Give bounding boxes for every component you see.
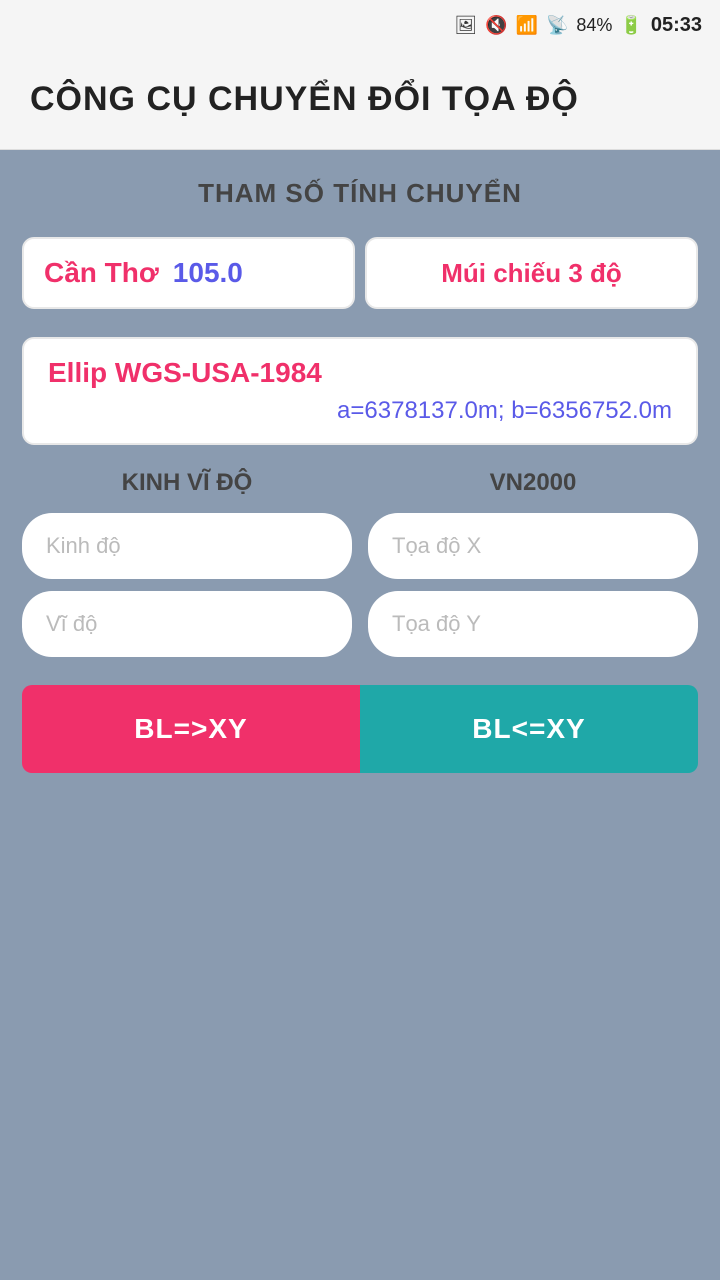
battery-percent: 84% [576, 15, 612, 36]
right-col-label: VN2000 [368, 469, 698, 497]
xy-to-bl-button[interactable]: BL<=XY [360, 685, 698, 773]
bottom-fill [22, 791, 698, 1250]
bl-to-xy-button[interactable]: BL=>XY [22, 685, 360, 773]
cantho-value: 105.0 [173, 257, 243, 289]
vi-do-input[interactable] [22, 591, 352, 657]
button-row: BL=>XY BL<=XY [22, 685, 698, 773]
input-section: KINH VĨ ĐỘ VN2000 [22, 469, 698, 657]
kinh-do-input[interactable] [22, 513, 352, 579]
moi-cell[interactable]: Múi chiếu 3 độ [365, 237, 698, 309]
param-row1: Cần Thơ 105.0 Múi chiếu 3 độ [22, 237, 698, 309]
section-label: THAM SỐ TÍNH CHUYỂN [22, 178, 698, 209]
ellip-cell[interactable]: Ellip WGS-USA-1984 a=6378137.0m; b=63567… [22, 337, 698, 445]
right-input-col: VN2000 [368, 469, 698, 657]
wifi-icon: 📶 [516, 15, 538, 36]
ellip-params: a=6378137.0m; b=6356752.0m [48, 397, 672, 425]
battery-icon: 🔋 [620, 15, 642, 36]
mute-icon: 🔇 [485, 15, 507, 36]
toa-do-y-input[interactable] [368, 591, 698, 657]
left-col-label: KINH VĨ ĐỘ [22, 469, 352, 497]
app-title: CÔNG CỤ CHUYỂN ĐỔI TỌA ĐỘ [30, 80, 579, 119]
cantho-cell[interactable]: Cần Thơ 105.0 [22, 237, 355, 309]
toa-do-x-input[interactable] [368, 513, 698, 579]
main-content: THAM SỐ TÍNH CHUYỂN Cần Thơ 105.0 Múi ch… [0, 150, 720, 1280]
cantho-label: Cần Thơ [44, 257, 159, 289]
ellip-title: Ellip WGS-USA-1984 [48, 357, 672, 389]
signal-icon: 📡 [546, 15, 568, 36]
app-bar: CÔNG CỤ CHUYỂN ĐỔI TỌA ĐỘ [0, 50, 720, 150]
status-icons: 🖼 🔇 📶 📡 84% 🔋 05:33 [454, 14, 702, 37]
left-input-col: KINH VĨ ĐỘ [22, 469, 352, 657]
screenshot-icon: 🖼 [454, 15, 477, 36]
status-bar: 🖼 🔇 📶 📡 84% 🔋 05:33 [0, 0, 720, 50]
status-time: 05:33 [651, 14, 702, 37]
moi-label: Múi chiếu 3 độ [441, 258, 622, 289]
